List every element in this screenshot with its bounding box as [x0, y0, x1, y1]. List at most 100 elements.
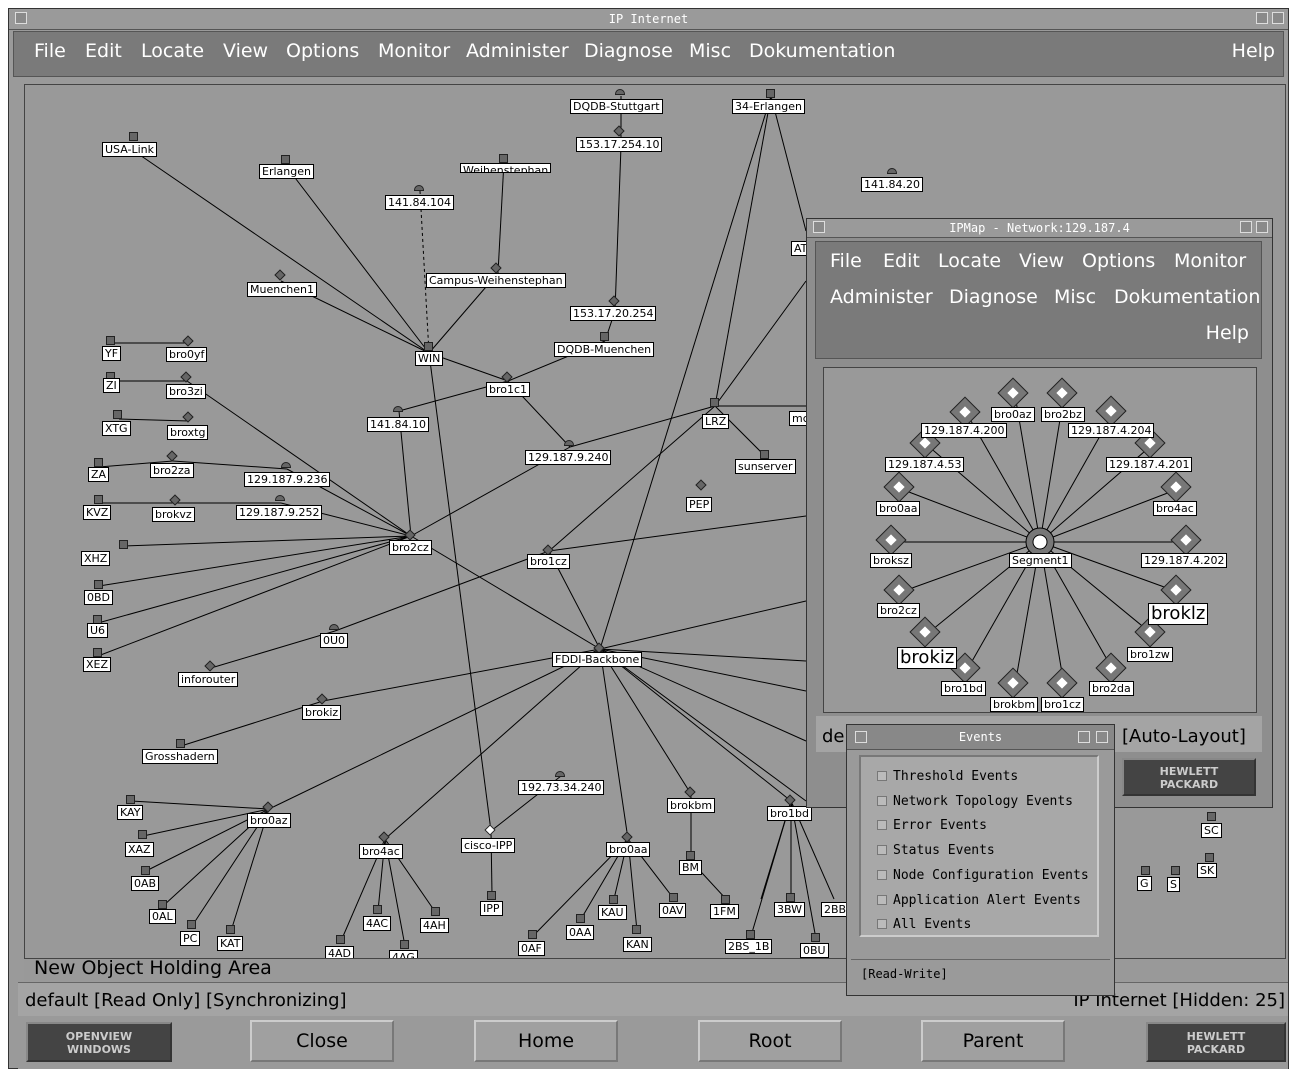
- home-button[interactable]: Home: [474, 1020, 618, 1062]
- node-label[interactable]: XHZ: [81, 551, 111, 566]
- node-label[interactable]: 2BS_1B: [725, 939, 773, 954]
- network-node[interactable]: [1205, 853, 1214, 862]
- network-node[interactable]: [721, 895, 730, 904]
- node-label[interactable]: inforouter: [178, 672, 239, 687]
- menu-edit[interactable]: Edit: [85, 40, 122, 62]
- node-label[interactable]: bro0aa: [606, 842, 651, 857]
- maximize-button[interactable]: [1272, 12, 1284, 24]
- node-label[interactable]: G: [1137, 876, 1152, 891]
- node-label[interactable]: IPP: [480, 901, 503, 916]
- node-label[interactable]: 0AF: [518, 941, 545, 956]
- events-minimize-button[interactable]: [1078, 731, 1090, 743]
- ipmap-node-label[interactable]: Segment1: [1009, 553, 1072, 568]
- router-node[interactable]: [615, 89, 625, 95]
- ipmap-node-label[interactable]: 129.187.4.53: [885, 457, 965, 472]
- node-label[interactable]: Muenchen1: [247, 282, 317, 297]
- node-label[interactable]: S: [1167, 877, 1180, 892]
- node-label[interactable]: XEZ: [83, 657, 112, 672]
- network-node[interactable]: [94, 458, 103, 467]
- ipmap-window-menu-button[interactable]: [813, 221, 825, 233]
- event-item[interactable]: Network Topology Events: [893, 794, 1073, 809]
- window-menu-button[interactable]: [15, 12, 27, 24]
- checkbox[interactable]: [877, 895, 887, 905]
- network-node[interactable]: [811, 933, 820, 942]
- ipmap-menu-edit[interactable]: Edit: [883, 250, 920, 272]
- node-label[interactable]: 129.187.9.236: [244, 472, 331, 487]
- node-label[interactable]: ZI: [103, 378, 120, 393]
- node-label[interactable]: 3BW: [774, 902, 806, 917]
- menu-view[interactable]: View: [223, 40, 268, 62]
- node-label[interactable]: ZA: [88, 467, 110, 482]
- ipmap-node-label[interactable]: bro0az: [991, 407, 1035, 422]
- node-label[interactable]: U6: [87, 623, 109, 638]
- network-node[interactable]: [431, 907, 440, 916]
- checkbox[interactable]: [877, 845, 887, 855]
- network-node[interactable]: [158, 900, 167, 909]
- ipmap-node-label[interactable]: bro2cz: [877, 603, 920, 618]
- network-node[interactable]: [786, 893, 795, 902]
- node-label[interactable]: Campus-Weihenstephan: [426, 273, 566, 288]
- ipmap-node-label[interactable]: 129.187.4.202: [1141, 553, 1228, 568]
- network-node[interactable]: [669, 893, 678, 902]
- node-label[interactable]: KAT: [217, 936, 244, 951]
- ipmap-node-label[interactable]: brokiz: [897, 647, 958, 669]
- network-node[interactable]: [373, 905, 382, 914]
- event-item[interactable]: Error Events: [893, 818, 987, 833]
- events-maximize-button[interactable]: [1096, 731, 1108, 743]
- node-label[interactable]: bro2za: [150, 463, 194, 478]
- node-label[interactable]: 2BB: [821, 902, 850, 917]
- ipmap-menu-dokumentation[interactable]: Dokumentation: [1114, 286, 1260, 308]
- menu-misc[interactable]: Misc: [689, 40, 731, 62]
- ipmap-node-label[interactable]: brokbm: [990, 697, 1039, 712]
- network-node[interactable]: [113, 410, 122, 419]
- ipmap-menu-administer[interactable]: Administer: [830, 286, 933, 308]
- ipmap-node-label[interactable]: 129.187.4.204: [1068, 423, 1155, 438]
- menu-diagnose[interactable]: Diagnose: [584, 40, 673, 62]
- node-label[interactable]: cisco-IPP: [461, 838, 516, 853]
- ipmap-node-label[interactable]: broklz: [1148, 603, 1209, 625]
- checkbox[interactable]: [877, 870, 887, 880]
- network-node[interactable]: [609, 895, 618, 904]
- node-label[interactable]: PC: [180, 931, 201, 946]
- network-node[interactable]: [487, 891, 496, 900]
- network-node[interactable]: [141, 866, 150, 875]
- network-node[interactable]: [576, 914, 585, 923]
- event-item[interactable]: Application Alert Events: [893, 893, 1081, 908]
- close-button[interactable]: Close: [250, 1020, 394, 1062]
- node-label[interactable]: 129.187.9.240: [525, 450, 612, 465]
- ipmap-minimize-button[interactable]: [1240, 221, 1252, 233]
- network-node[interactable]: [600, 332, 609, 341]
- node-label[interactable]: KVZ: [83, 505, 112, 520]
- ipmap-node-label[interactable]: bro0aa: [876, 501, 921, 516]
- event-item[interactable]: All Events: [893, 917, 971, 932]
- network-node[interactable]: [400, 940, 409, 949]
- node-label[interactable]: USA-Link: [102, 142, 158, 157]
- ipmap-maximize-button[interactable]: [1256, 221, 1268, 233]
- node-label[interactable]: 141.84.20: [861, 177, 923, 192]
- node-label[interactable]: 141.84.10: [367, 417, 429, 432]
- node-label[interactable]: 4AC: [363, 916, 392, 931]
- checkbox[interactable]: [877, 820, 887, 830]
- node-label[interactable]: XAZ: [125, 842, 154, 857]
- network-node[interactable]: [499, 154, 508, 163]
- network-node[interactable]: [632, 925, 641, 934]
- node-label[interactable]: KAY: [117, 805, 144, 820]
- node-label[interactable]: bro3zi: [166, 384, 206, 399]
- router-node[interactable]: [555, 771, 565, 777]
- node-label[interactable]: FDDI-Backbone: [552, 652, 643, 667]
- node-label[interactable]: Weihenstephan: [460, 163, 552, 173]
- events-window-menu-button[interactable]: [855, 731, 867, 743]
- checkbox[interactable]: [877, 919, 887, 929]
- ipmap-node-label[interactable]: bro1bd: [941, 681, 986, 696]
- menu-locate[interactable]: Locate: [141, 40, 204, 62]
- ipmap-menu-monitor[interactable]: Monitor: [1174, 250, 1246, 272]
- checkbox[interactable]: [877, 771, 887, 781]
- node-label[interactable]: sunserver: [735, 459, 796, 474]
- node-label[interactable]: bro0yf: [166, 347, 208, 362]
- ipmap-node-label[interactable]: bro2da: [1089, 681, 1134, 696]
- node-label[interactable]: 34-Erlangen: [732, 99, 805, 114]
- network-node[interactable]: [336, 935, 345, 944]
- node-label[interactable]: brokbm: [667, 798, 716, 813]
- minimize-button[interactable]: [1256, 12, 1268, 24]
- router-node[interactable]: [414, 185, 424, 191]
